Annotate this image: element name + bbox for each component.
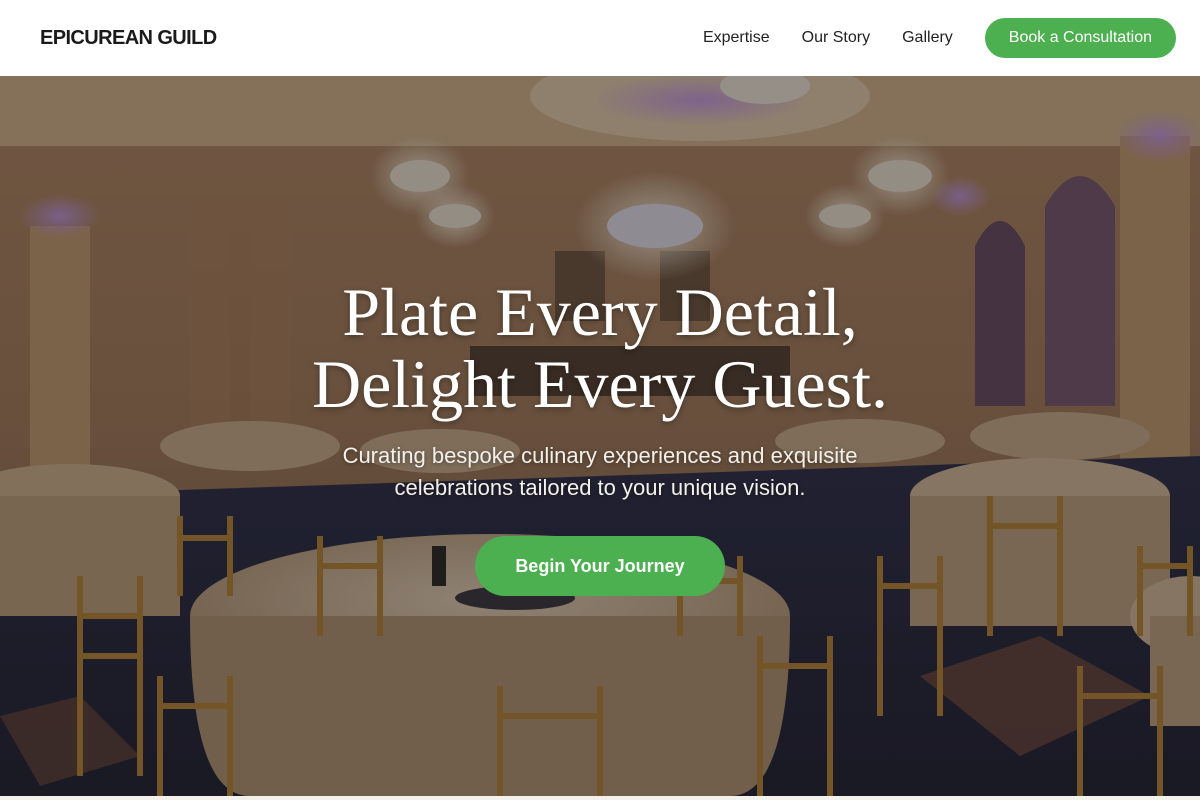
nav-link-expertise[interactable]: Expertise bbox=[703, 29, 770, 47]
site-header: EPICUREAN GUILD Expertise Our Story Gall… bbox=[0, 0, 1200, 76]
hero-section: Plate Every Detail, Delight Every Guest.… bbox=[0, 76, 1200, 796]
book-consultation-button[interactable]: Book a Consultation bbox=[984, 18, 1176, 58]
begin-journey-button[interactable]: Begin Your Journey bbox=[475, 536, 725, 596]
hero-subtitle: Curating bespoke culinary experiences an… bbox=[342, 443, 858, 500]
nav-link-our-story[interactable]: Our Story bbox=[802, 29, 870, 47]
hero-content: Plate Every Detail, Delight Every Guest.… bbox=[0, 276, 1200, 596]
hero-title: Plate Every Detail, Delight Every Guest. bbox=[0, 276, 1200, 420]
page-bottom-edge bbox=[0, 796, 1200, 800]
main-nav: Expertise Our Story Gallery Book a Consu… bbox=[703, 18, 1176, 58]
hero-title-line-2: Delight Every Guest. bbox=[312, 346, 888, 422]
nav-link-gallery[interactable]: Gallery bbox=[902, 29, 953, 47]
brand-logo[interactable]: EPICUREAN GUILD bbox=[40, 27, 217, 50]
hero-title-line-1: Plate Every Detail, bbox=[342, 274, 858, 350]
